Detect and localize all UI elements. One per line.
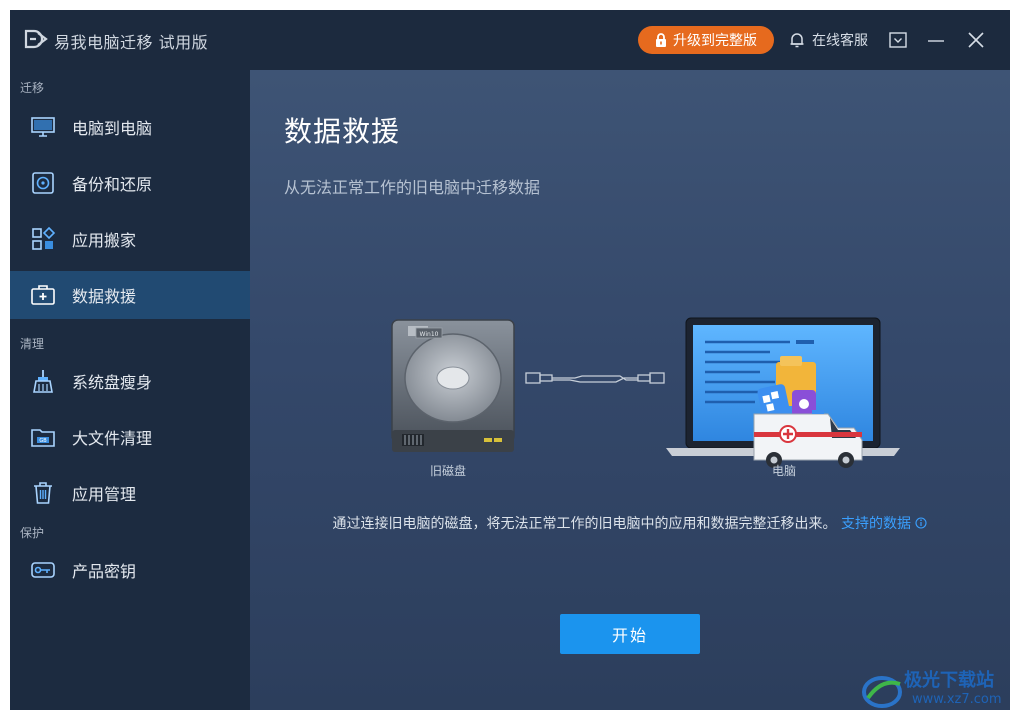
app-window: 易我电脑迁移 试用版 升级到完整版 在线客服 迁移 电脑到电脑 备份和还原 应用…	[10, 10, 1010, 710]
upgrade-button[interactable]: 升级到完整版	[638, 26, 774, 54]
sidebar-item-product-key[interactable]: 产品密钥	[10, 546, 250, 594]
sidebar-item-label: 应用搬家	[72, 231, 137, 250]
hard-disk-icon: Win10	[391, 319, 515, 452]
main-panel: 数据救援 从无法正常工作的旧电脑中迁移数据 Win10 旧磁盘 电脑 通过连接旧…	[250, 70, 1010, 710]
backup-icon	[30, 170, 56, 196]
pc-label: 电脑	[772, 464, 797, 478]
section-label-clean: 清理	[20, 337, 45, 351]
online-service-button[interactable]: 在线客服	[788, 30, 868, 50]
watermark-logo-icon	[862, 676, 902, 708]
sidebar-item-label: 产品密钥	[72, 562, 137, 581]
key-icon	[30, 557, 56, 583]
sidebar-item-label: 数据救援	[72, 287, 137, 306]
monitor-icon	[30, 114, 56, 140]
page-subtitle: 从无法正常工作的旧电脑中迁移数据	[284, 178, 541, 197]
close-icon[interactable]	[964, 28, 988, 52]
info-icon	[915, 517, 928, 529]
dropdown-menu-icon[interactable]	[886, 28, 910, 52]
app-title: 易我电脑迁移 试用版	[54, 33, 209, 52]
supported-data-link[interactable]: 支持的数据	[841, 516, 928, 532]
sidebar-item-large-file-clean[interactable]: GB 大文件清理	[10, 413, 250, 461]
lock-icon	[656, 33, 666, 47]
sidebar: 迁移 电脑到电脑 备份和还原 应用搬家 数据救援 清理 系统盘瘦身 GB 大文件…	[10, 70, 250, 710]
minimize-icon[interactable]	[924, 28, 948, 52]
sidebar-item-system-slim[interactable]: 系统盘瘦身	[10, 357, 250, 405]
sidebar-item-label: 大文件清理	[72, 429, 153, 448]
description-text: 通过连接旧电脑的磁盘，将无法正常工作的旧电脑中的应用和数据完整迁移出来。	[332, 516, 837, 532]
sidebar-item-backup-restore[interactable]: 备份和还原	[10, 159, 250, 207]
broom-icon	[30, 368, 56, 394]
online-service-label: 在线客服	[812, 33, 868, 49]
supported-data-link-label: 支持的数据	[841, 516, 911, 532]
sidebar-item-label: 应用管理	[72, 485, 137, 504]
sidebar-item-label: 电脑到电脑	[72, 119, 153, 138]
headset-bell-icon	[790, 33, 804, 48]
sidebar-item-app-migration[interactable]: 应用搬家	[10, 215, 250, 263]
svg-text:GB: GB	[39, 438, 47, 444]
sidebar-item-data-rescue[interactable]: 数据救援	[10, 271, 250, 319]
description: 通过连接旧电脑的磁盘，将无法正常工作的旧电脑中的应用和数据完整迁移出来。 支持的…	[300, 512, 960, 536]
watermark: 极光下载站 www.xz7.com	[860, 666, 1010, 716]
laptop-icon	[666, 317, 900, 468]
trash-icon	[30, 480, 56, 506]
section-label-protect: 保护	[20, 526, 45, 540]
old-disk-label: 旧磁盘	[430, 464, 467, 478]
upgrade-label: 升级到完整版	[673, 33, 757, 49]
watermark-text: 极光下载站	[904, 670, 994, 691]
start-button[interactable]: 开始	[560, 614, 700, 654]
app-logo-icon	[24, 29, 48, 49]
disk-badge: Win10	[420, 331, 439, 338]
briefcase-icon	[30, 282, 56, 308]
cable-icon	[525, 372, 665, 384]
sidebar-item-pc-to-pc[interactable]: 电脑到电脑	[10, 103, 250, 151]
folder-gb-icon: GB	[30, 424, 56, 450]
sidebar-item-label: 系统盘瘦身	[72, 373, 153, 392]
section-label-migrate: 迁移	[20, 81, 45, 95]
apps-icon	[30, 226, 56, 252]
title-bar: 易我电脑迁移 试用版 升级到完整版 在线客服	[10, 10, 1010, 70]
sidebar-item-label: 备份和还原	[72, 175, 153, 194]
watermark-url: www.xz7.com	[912, 692, 1002, 707]
sidebar-item-app-management[interactable]: 应用管理	[10, 469, 250, 517]
page-title: 数据救援	[284, 115, 401, 148]
